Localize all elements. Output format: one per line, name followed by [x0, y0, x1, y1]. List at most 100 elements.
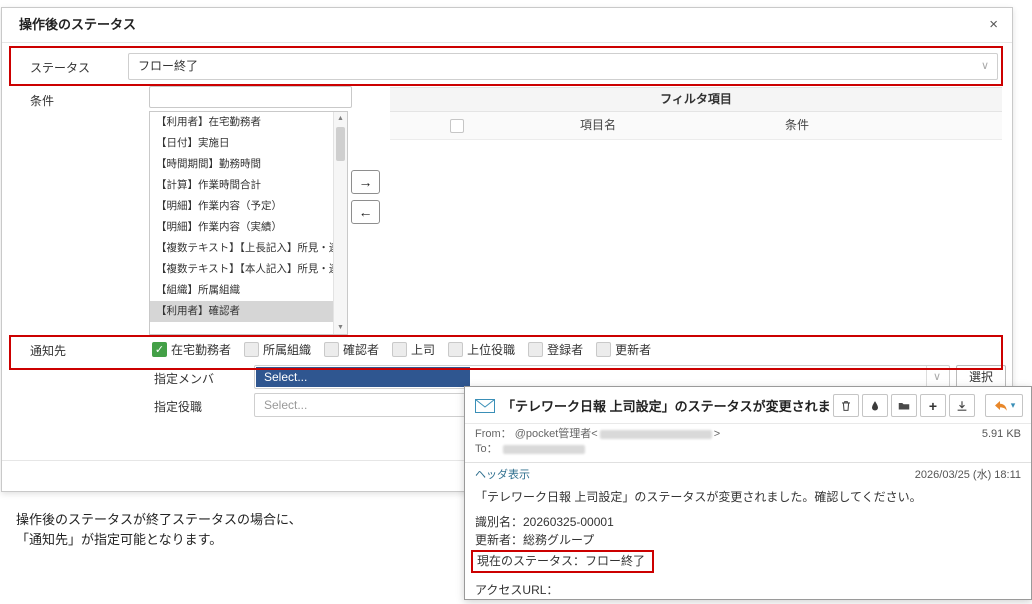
checkbox-label: 確認者 — [343, 341, 379, 358]
list-item[interactable]: 【計算】作業時間合計 — [150, 175, 347, 196]
close-icon[interactable]: × — [989, 8, 998, 42]
email-date: 2026/03/25 (水) 18:11 — [915, 466, 1021, 482]
list-item[interactable]: 【明細】作業内容（予定） — [150, 196, 347, 217]
email-subject: 「テレワーク日報 上司設定」のステータスが変更されました — [502, 396, 833, 415]
ink-button[interactable] — [862, 394, 888, 417]
list-item[interactable]: 【日付】実施日 — [150, 133, 347, 154]
role-label: 指定役職 — [154, 398, 202, 415]
notify-label: 通知先 — [30, 342, 66, 359]
checkbox[interactable] — [152, 342, 167, 357]
scroll-thumb[interactable] — [336, 127, 345, 161]
checkbox-label: 在宅勤務者 — [171, 341, 231, 358]
condition-listbox[interactable]: 【利用者】在宅勤務者 【日付】実施日 【時間期間】勤務時間 【計算】作業時間合計… — [149, 111, 348, 335]
column-item-name: 項目名 — [580, 112, 616, 139]
scroll-down-icon[interactable]: ▼ — [334, 324, 347, 331]
notify-option-zaitaku[interactable]: 在宅勤務者 — [152, 341, 231, 358]
member-select-value: Select... — [256, 367, 470, 387]
redacted-text — [600, 430, 712, 439]
reply-button[interactable]: ▾ — [985, 394, 1023, 417]
checkbox[interactable] — [448, 342, 463, 357]
email-toolbar: + ▾ — [833, 394, 1023, 417]
filter-table-title: フィルタ項目 — [390, 87, 1002, 112]
from-value: @pocket管理者< — [515, 427, 598, 442]
email-from-row: From： @pocket管理者< > 5.91 KB — [475, 427, 1021, 442]
reply-arrow-icon — [993, 399, 1009, 413]
email-url-label: アクセスURL： — [475, 582, 1021, 598]
folder-button[interactable] — [891, 394, 917, 417]
email-updater-line: 更新者：総務グループ — [475, 532, 1021, 548]
checkbox[interactable] — [528, 342, 543, 357]
status-select-value: フロー終了 — [138, 54, 198, 79]
list-item[interactable]: 【組織】所属組織 — [150, 280, 347, 301]
checkbox[interactable] — [392, 342, 407, 357]
filter-table: フィルタ項目 項目名 条件 — [390, 87, 1002, 140]
checkbox-label: 上司 — [411, 341, 435, 358]
chevron-down-icon: ∨ — [926, 366, 941, 388]
notify-option-joi[interactable]: 上位役職 — [448, 341, 515, 358]
listbox-scrollbar[interactable]: ▲ ▼ — [333, 112, 347, 334]
condition-label: 条件 — [30, 92, 54, 109]
header-display-link[interactable]: ヘッダ表示 — [475, 466, 530, 482]
list-item[interactable]: 【複数テキスト】【上長記入】所見・連絡事項 — [150, 238, 347, 259]
notify-option-joshi[interactable]: 上司 — [392, 341, 435, 358]
email-status-line: 現在のステータス：フロー終了 — [477, 554, 645, 568]
checkbox[interactable] — [596, 342, 611, 357]
email-to-row: To： — [475, 442, 1021, 457]
annotation-box-current-status: 現在のステータス：フロー終了 — [471, 550, 654, 573]
from-value-close: > — [714, 427, 720, 442]
add-button[interactable]: + — [920, 394, 946, 417]
move-left-button[interactable]: ← — [351, 200, 380, 224]
email-body-text: 「テレワーク日報 上司設定」のステータスが変更されました。確認してください。 — [475, 489, 1021, 505]
checkbox-label: 登録者 — [547, 341, 583, 358]
checkbox-label: 更新者 — [615, 341, 651, 358]
checkbox[interactable] — [324, 342, 339, 357]
scroll-up-icon[interactable]: ▲ — [334, 115, 347, 122]
condition-search-input[interactable] — [149, 86, 352, 108]
list-item[interactable]: 【時間期間】勤務時間 — [150, 154, 347, 175]
download-icon — [955, 399, 969, 413]
screen: 操作後のステータス × ステータス フロー終了 ∨ 条件 【利用者】在宅勤務者 … — [0, 0, 1032, 604]
member-label: 指定メンバ — [154, 370, 214, 387]
email-linkrow: ヘッダ表示 2026/03/25 (水) 18:11 — [465, 463, 1031, 485]
email-id-line: 識別名：20260325-00001 — [475, 514, 1021, 530]
trash-icon — [839, 399, 853, 413]
download-button[interactable] — [949, 394, 975, 417]
envelope-icon — [475, 399, 495, 413]
to-label: To： — [475, 442, 498, 457]
list-item[interactable]: 【複数テキスト】【本人記入】所見・連絡事項 — [150, 259, 347, 280]
caption: 操作後のステータスが終了ステータスの場合に、 「通知先」が指定可能となります。 — [16, 510, 302, 550]
checkbox[interactable] — [244, 342, 259, 357]
email-status-line-wrap: 現在のステータス：フロー終了 — [475, 550, 1021, 573]
move-right-button[interactable]: → — [351, 170, 380, 194]
column-condition: 条件 — [785, 112, 809, 139]
droplet-icon — [868, 399, 882, 413]
list-item[interactable]: 【明細】作業内容（実績） — [150, 217, 347, 238]
notify-option-koushin[interactable]: 更新者 — [596, 341, 651, 358]
status-label: ステータス — [30, 59, 90, 76]
from-label: From： — [475, 427, 512, 442]
dialog-title: 操作後のステータス — [19, 8, 136, 42]
list-item-selected[interactable]: 【利用者】確認者 — [150, 301, 347, 322]
caption-line1: 操作後のステータスが終了ステータスの場合に、 — [16, 510, 302, 530]
notify-option-kakunin[interactable]: 確認者 — [324, 341, 379, 358]
caret-down-icon: ▾ — [1011, 400, 1016, 411]
status-select[interactable]: フロー終了 ∨ — [128, 53, 998, 80]
email-body: 「テレワーク日報 上司設定」のステータスが変更されました。確認してください。 識… — [465, 485, 1031, 600]
redacted-text — [503, 445, 585, 454]
folder-icon — [897, 399, 911, 413]
email-meta: From： @pocket管理者< > 5.91 KB To： — [465, 424, 1031, 459]
select-all-checkbox[interactable] — [450, 119, 464, 133]
checkbox-label: 所属組織 — [263, 341, 311, 358]
delete-button[interactable] — [833, 394, 859, 417]
checkbox-label: 上位役職 — [467, 341, 515, 358]
email-window: 「テレワーク日報 上司設定」のステータスが変更されました + ▾ — [464, 386, 1032, 600]
list-item[interactable]: 【利用者】在宅勤務者 — [150, 112, 347, 133]
chevron-down-icon: ∨ — [981, 54, 989, 79]
dialog-header: 操作後のステータス × — [2, 8, 1012, 43]
email-header: 「テレワーク日報 上司設定」のステータスが変更されました + ▾ — [465, 387, 1031, 424]
filter-table-header-row: 項目名 条件 — [390, 112, 1002, 140]
member-pick-button[interactable]: 選択 — [956, 365, 1006, 388]
notify-option-shozoku[interactable]: 所属組織 — [244, 341, 311, 358]
caption-line2: 「通知先」が指定可能となります。 — [16, 530, 302, 550]
notify-option-touroku[interactable]: 登録者 — [528, 341, 583, 358]
